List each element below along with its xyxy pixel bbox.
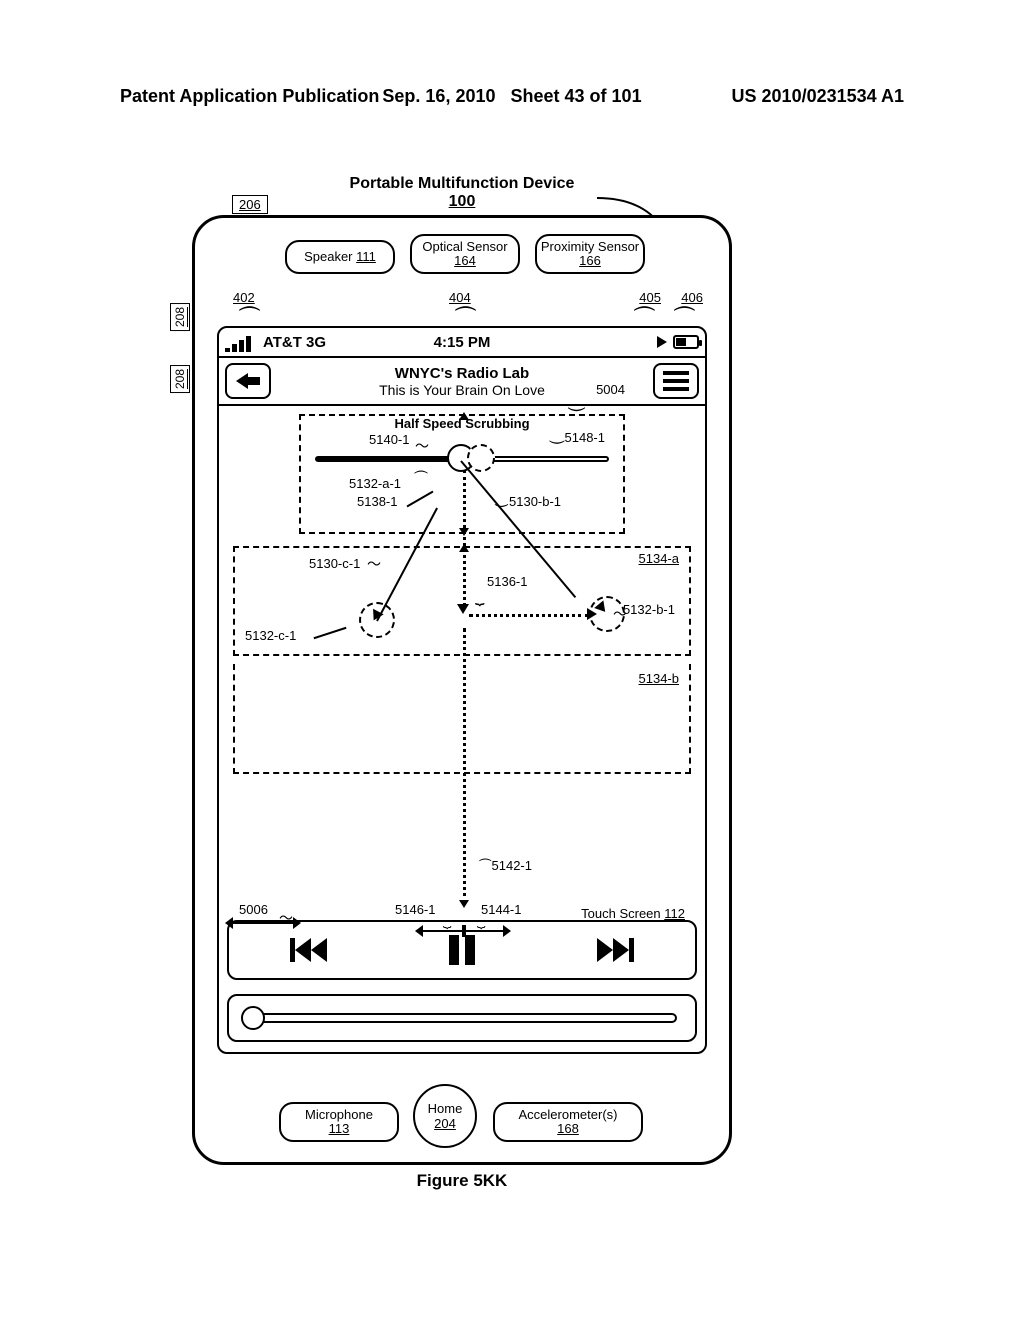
callout-402: 402 (233, 290, 255, 305)
back-arrow-icon (236, 373, 260, 389)
touch-screen[interactable]: AT&T 3G 4:15 PM WNYC's Radio Lab This is… (217, 326, 707, 1054)
region-5134-b (233, 664, 691, 774)
accelerometer-pill: Accelerometer(s)168 (493, 1102, 643, 1142)
next-button[interactable] (597, 938, 634, 962)
touch-screen-label: Touch Screen 112 (581, 906, 685, 921)
back-button[interactable] (225, 363, 271, 399)
volume-knob[interactable] (241, 1006, 265, 1030)
home-button[interactable]: Home204 (413, 1084, 477, 1148)
v-dotted-arrow-top (463, 470, 466, 606)
h-dotted-arrow (469, 614, 589, 617)
content-area: Half Speed Scrubbing 5148-1 ⏝ 5140-1 ～ 5… (219, 406, 705, 1052)
status-bar: AT&T 3G 4:15 PM (219, 328, 705, 358)
callout-405: 405 (639, 290, 661, 305)
title-bar: WNYC's Radio Lab This is Your Brain On L… (219, 358, 705, 406)
callout-5136-1: 5136-1 (487, 574, 527, 589)
callout-5138-1: 5138-1 (357, 494, 397, 509)
tracklist-button[interactable] (653, 363, 699, 399)
v-dotted-line-long (463, 628, 466, 904)
playback-controls (227, 920, 697, 980)
speaker-pill: Speaker 111 (285, 240, 395, 274)
region-5134-a (233, 546, 691, 656)
callout-5142-1: ⏜5142-1 (479, 858, 532, 874)
pause-button[interactable] (449, 935, 475, 965)
callout-206: 206 (232, 195, 268, 214)
optical-sensor-pill: Optical Sensor164 (410, 234, 520, 274)
scrub-knob-dashed (467, 444, 495, 472)
volume-track[interactable] (247, 1013, 677, 1023)
clock-label: 4:15 PM (219, 334, 705, 351)
callout-5132-c-1: 5132-c-1 (245, 628, 296, 643)
figure-caption: Figure 5KK (192, 1171, 732, 1191)
callout-208-top: 208 (170, 303, 190, 331)
scrub-mode-label: Half Speed Scrubbing (219, 416, 705, 431)
battery-icon (673, 335, 699, 349)
microphone-pill: Microphone113 (279, 1102, 399, 1142)
now-playing-title: WNYC's Radio Lab This is Your Brain On L… (219, 365, 705, 398)
callout-406: 406 (681, 290, 703, 305)
callout-5140-1: 5140-1 (369, 432, 409, 447)
volume-section (227, 994, 697, 1042)
callout-5134-b: 5134-b (639, 671, 679, 686)
callout-5134-a: 5134-a (639, 551, 679, 566)
callout-5006: 5006 (239, 902, 268, 917)
callout-5004: 5004 (596, 382, 625, 397)
doc-header: Patent Application Publication Sep. 16, … (120, 86, 904, 107)
callout-5130-c-1: 5130-c-1 (309, 556, 360, 571)
device-frame: Speaker 111 Optical Sensor164 Proximity … (192, 215, 732, 1165)
callout-404: 404 (449, 290, 471, 305)
patent-figure: Portable Multifunction Device 100 206 20… (192, 175, 732, 1175)
proximity-sensor-pill: Proximity Sensor166 (535, 234, 645, 274)
prev-button[interactable] (290, 938, 327, 962)
callout-5132-b-1: 5132-b-1 (623, 602, 675, 617)
callout-5132-a-1: 5132-a-1 (349, 476, 401, 491)
doc-header-center: Sep. 16, 2010 Sheet 43 of 101 (120, 86, 904, 107)
callout-5146-1: 5146-1 (395, 902, 435, 917)
callout-5130-b-1: 5130-b-1 (509, 494, 561, 509)
callout-5144-1: 5144-1 (481, 902, 521, 917)
callout-208-bottom: 208 (170, 365, 190, 393)
callout-5148-1: 5148-1 (565, 430, 605, 445)
